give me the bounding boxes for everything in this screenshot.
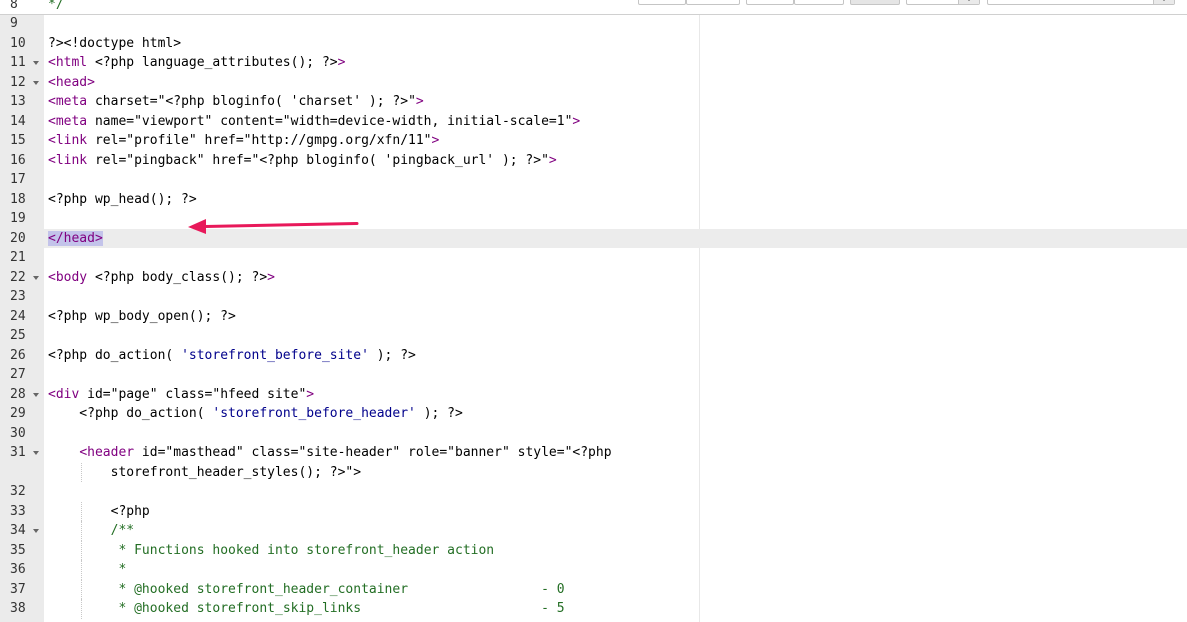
line-number: 38 bbox=[10, 601, 26, 616]
code-line[interactable]: 34 /** bbox=[0, 521, 1187, 541]
code-line[interactable]: 15 <link rel="profile" href="http://gmpg.… bbox=[0, 131, 1187, 151]
line-number: 32 bbox=[10, 484, 26, 499]
line-number: 37 bbox=[10, 581, 26, 597]
code-text: storefront_header_styles(); ?>"> bbox=[48, 464, 362, 480]
code-line[interactable]: 16 <link rel="pingback" href="<?php blogi… bbox=[0, 151, 1187, 171]
line-number: 14 bbox=[10, 113, 26, 129]
line-number: 33 bbox=[10, 503, 26, 519]
code-line[interactable]: 18 <?php wp_head(); ?> bbox=[0, 190, 1187, 210]
fold-arrow-icon[interactable] bbox=[33, 61, 39, 65]
code-text: <?php wp_body_open(); ?> bbox=[48, 308, 236, 324]
code-line[interactable]: 37 * @hooked storefront_header_container… bbox=[0, 579, 1187, 599]
line-number: 25 bbox=[10, 328, 26, 343]
fold-arrow-icon[interactable] bbox=[33, 80, 39, 85]
code-text: <head> bbox=[48, 74, 95, 90]
code-line[interactable]: 23 bbox=[0, 287, 1187, 307]
code-text: ?><!doctype html> bbox=[48, 35, 182, 51]
line-number: 21 bbox=[10, 250, 26, 265]
line-number: 30 bbox=[10, 425, 26, 441]
line-number: 26 bbox=[10, 347, 26, 363]
code-line[interactable]: 13 <meta charset="<?php bloginfo( 'charse… bbox=[0, 92, 1187, 112]
fold-arrow-icon[interactable] bbox=[33, 451, 39, 455]
code-text: /** bbox=[110, 523, 135, 538]
line-number: 17 bbox=[10, 172, 26, 187]
code-line[interactable]: 14 <meta name="viewport" content="width=d… bbox=[0, 112, 1187, 132]
code-line[interactable]: 27 bbox=[0, 365, 1187, 385]
code-line[interactable]: 36 * bbox=[0, 560, 1187, 580]
code-line[interactable]: 20 </head> bbox=[0, 228, 1187, 248]
line-number: 20 bbox=[10, 230, 26, 246]
code-line[interactable]: 38 * @hooked storefront_skip_links - 5 bbox=[0, 599, 1187, 619]
code-line[interactable]: 31 <header id="masthead" class="site-hea… bbox=[0, 443, 1187, 463]
code-line[interactable]: 11 <html <?php language_attributes(); ?>> bbox=[0, 53, 1187, 73]
line-number: 35 bbox=[10, 542, 26, 558]
code-line[interactable]: 19 bbox=[0, 209, 1187, 229]
code-line[interactable]: 8 */ bbox=[0, 0, 1187, 14]
code-text: */ bbox=[48, 0, 64, 12]
line-number: 18 bbox=[10, 191, 26, 207]
line-number: 8 bbox=[10, 0, 18, 12]
fold-arrow-icon[interactable] bbox=[33, 529, 39, 533]
code-text: <link rel="profile" href="http://gmpg.or… bbox=[48, 133, 440, 148]
code-line[interactable]: 32 bbox=[0, 482, 1187, 502]
code-text: <meta charset="<?php bloginfo( 'charset'… bbox=[48, 94, 424, 109]
line-number: 10 bbox=[10, 35, 26, 51]
line-number: 27 bbox=[10, 367, 26, 382]
code-line[interactable]: storefront_header_styles(); ?>"> bbox=[0, 462, 1187, 483]
code-text: * @hooked storefront_header_container - … bbox=[118, 581, 565, 597]
code-text: <?php wp_head(); ?> bbox=[48, 191, 197, 207]
code-line[interactable]: 24 <?php wp_body_open(); ?> bbox=[0, 307, 1187, 327]
code-text: <html <?php language_attributes(); ?>> bbox=[48, 55, 346, 70]
code-line[interactable]: 28 <div id="page" class="hfeed site"> bbox=[0, 385, 1187, 405]
code-line[interactable]: 22 <body <?php body_class(); ?>> bbox=[0, 268, 1187, 288]
code-text: <?php bbox=[48, 503, 150, 519]
code-text: <meta name="viewport" content="width=dev… bbox=[48, 113, 581, 129]
code-text: * bbox=[118, 562, 127, 577]
line-number bbox=[0, 463, 44, 483]
code-text: * @hooked storefront_skip_links - 5 bbox=[118, 601, 565, 616]
code-line[interactable]: 26 <?php do_action( 'storefront_before_si… bbox=[0, 346, 1187, 366]
fold-arrow-icon[interactable] bbox=[33, 275, 39, 280]
code-text: <body <?php body_class(); ?>> bbox=[48, 269, 275, 285]
code-text: <div id="page" class="hfeed site"> bbox=[48, 386, 315, 402]
line-number: 24 bbox=[10, 308, 26, 324]
fold-arrow-icon[interactable] bbox=[33, 392, 39, 397]
code-text: </head> bbox=[44, 228, 1187, 248]
code-lines: 8 */ 9 10 ?><!doctype html> 11 <html <?php lan… bbox=[0, 0, 1187, 619]
line-number: 23 bbox=[10, 289, 26, 304]
line-number: 15 bbox=[10, 133, 26, 148]
line-number: 36 bbox=[10, 562, 26, 577]
line-number: 9 bbox=[10, 16, 18, 31]
code-line[interactable]: 9 bbox=[0, 14, 1187, 34]
code-text: <?php do_action( 'storefront_before_head… bbox=[48, 406, 463, 421]
code-text: * Functions hooked into storefront_heade… bbox=[118, 542, 495, 558]
line-number: 16 bbox=[10, 152, 26, 168]
code-line[interactable]: 10 ?><!doctype html> bbox=[0, 34, 1187, 54]
line-number: 13 bbox=[10, 94, 26, 109]
code-line[interactable]: 17 bbox=[0, 170, 1187, 190]
code-line[interactable]: 35 * Functions hooked into storefront_he… bbox=[0, 540, 1187, 560]
code-line[interactable]: 29 <?php do_action( 'storefront_before_h… bbox=[0, 404, 1187, 424]
code-line[interactable]: 33 <?php bbox=[0, 501, 1187, 521]
code-line[interactable]: 25 bbox=[0, 326, 1187, 346]
code-line[interactable]: 12 <head> bbox=[0, 73, 1187, 93]
code-line[interactable]: 21 bbox=[0, 248, 1187, 268]
code-text: <link rel="pingback" href="<?php bloginf… bbox=[48, 152, 557, 168]
line-number: 29 bbox=[10, 406, 26, 421]
line-number: 19 bbox=[10, 211, 26, 226]
code-text: <header id="masthead" class="site-header… bbox=[79, 445, 612, 460]
code-line[interactable]: 30 bbox=[0, 424, 1187, 444]
code-text: <?php do_action( 'storefront_before_site… bbox=[48, 347, 416, 363]
